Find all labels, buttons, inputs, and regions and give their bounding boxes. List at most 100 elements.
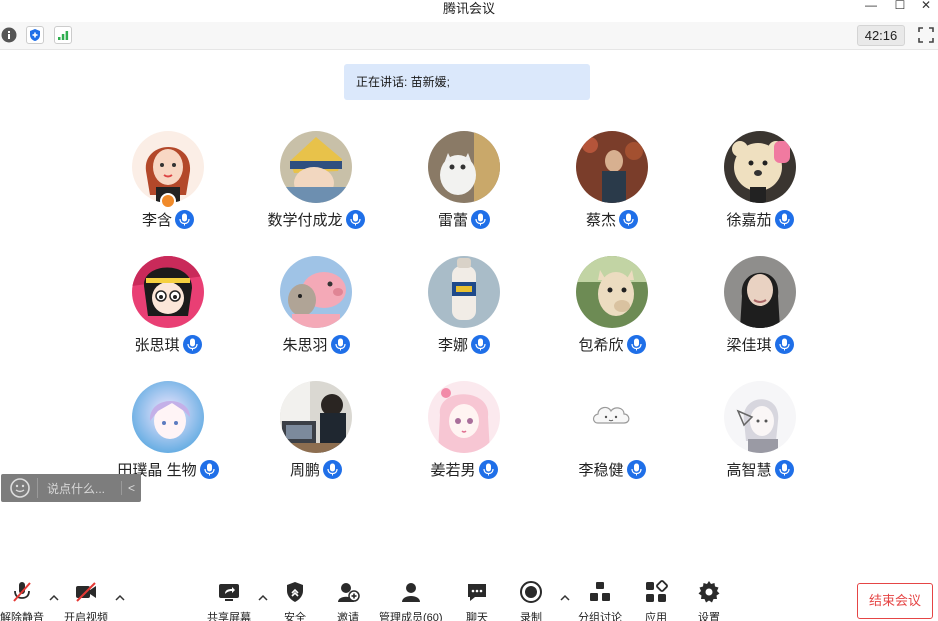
avatar (576, 381, 648, 453)
chevron-up-icon[interactable] (257, 592, 269, 604)
divider (37, 478, 38, 498)
mic-icon (182, 335, 202, 354)
mic-icon (323, 460, 342, 479)
unmute-label: 解除静音 (0, 612, 44, 621)
mic-icon (626, 335, 646, 354)
participant-tile[interactable]: 梁佳琪 (686, 256, 834, 366)
muted-mic-icon (13, 582, 31, 602)
participant-name: 周鹏 (289, 462, 320, 479)
participant-name: 李稳健 (578, 462, 624, 479)
participant-tile[interactable]: 李稳健 (538, 381, 686, 491)
record-icon (520, 581, 542, 603)
emoji-icon[interactable] (9, 477, 31, 499)
mic-icon (345, 210, 365, 229)
avatar (280, 381, 352, 453)
chat-placeholder[interactable]: 说点什么... (47, 480, 107, 497)
breakout-rooms-button[interactable]: 分组讨论 (578, 580, 622, 621)
end-meeting-button[interactable]: 结束会议 (857, 583, 933, 619)
chevron-left-icon[interactable]: < (121, 481, 135, 495)
settings-label: 设置 (698, 612, 720, 621)
participant-tile[interactable]: 数学付成龙 (242, 131, 390, 241)
chat-input-box[interactable]: 说点什么... < (1, 474, 141, 502)
mic-icon (199, 460, 219, 479)
avatar (724, 381, 796, 453)
avatar (280, 256, 352, 328)
participant-tile[interactable]: 雷蕾 (390, 131, 538, 241)
avatar (428, 131, 500, 203)
participant-name: 高智慧 (726, 462, 772, 479)
participant-name: 包希欣 (578, 337, 624, 354)
record-button[interactable]: 录制 (519, 580, 543, 621)
participant-name: 数学付成龙 (267, 212, 343, 229)
participant-tile[interactable]: 李娜 (390, 256, 538, 366)
info-icon[interactable] (0, 26, 18, 44)
avatar (132, 381, 204, 453)
participant-tile[interactable]: 徐嘉茄 (686, 131, 834, 241)
share-screen-label: 共享屏幕 (207, 612, 251, 621)
apps-button[interactable]: 应用 (644, 580, 668, 621)
participant-tile[interactable]: 蔡杰 (538, 131, 686, 241)
avatar (576, 256, 648, 328)
apps-icon (646, 580, 668, 602)
record-label: 录制 (520, 612, 542, 621)
host-badge-icon (160, 193, 176, 209)
avatar (724, 131, 796, 203)
chevron-up-icon[interactable] (559, 592, 571, 604)
participant-name: 张思琪 (134, 337, 180, 354)
chat-button[interactable]: 聊天 (465, 580, 489, 621)
close-icon[interactable]: ✕ (918, 0, 934, 12)
mic-icon (626, 460, 646, 479)
share-screen-button[interactable]: 共享屏幕 (207, 580, 251, 621)
participant-name: 朱思羽 (282, 337, 328, 354)
members-icon (401, 583, 420, 602)
chevron-up-icon[interactable] (114, 592, 126, 604)
avatar (428, 256, 500, 328)
share-screen-icon (219, 584, 239, 601)
participant-tile[interactable]: 包希欣 (538, 256, 686, 366)
mic-icon (471, 210, 490, 229)
apps-label: 应用 (645, 612, 667, 621)
mic-icon (175, 210, 194, 229)
unmute-button[interactable]: 解除静音 (0, 580, 44, 621)
settings-button[interactable]: 设置 (697, 580, 721, 621)
security-label: 安全 (284, 612, 306, 621)
minimize-icon[interactable]: — (863, 0, 879, 12)
participant-name: 徐嘉茄 (726, 212, 772, 229)
avatar (132, 256, 204, 328)
participant-name: 姜若男 (430, 462, 476, 479)
invite-button[interactable]: 邀请 (336, 580, 360, 621)
meeting-info-bar: 42:16 (0, 22, 938, 50)
chat-label: 聊天 (466, 612, 488, 621)
mic-icon (774, 335, 794, 354)
gear-icon (698, 581, 720, 603)
meeting-timer: 42:16 (857, 25, 905, 46)
invite-label: 邀请 (337, 612, 359, 621)
participant-name: 蔡杰 (585, 212, 616, 229)
signal-icon[interactable] (54, 26, 72, 44)
breakout-rooms-label: 分组讨论 (578, 612, 622, 621)
title-bar: 腾讯会议 — ☐ ✕ (0, 0, 938, 16)
add-user-icon (338, 583, 360, 602)
video-off-icon (76, 582, 96, 602)
start-video-button[interactable]: 开启视频 (64, 580, 108, 621)
participant-tile[interactable]: 朱思羽 (242, 256, 390, 366)
maximize-icon[interactable]: ☐ (892, 0, 908, 12)
participant-name: 李娜 (437, 337, 468, 354)
security-button[interactable]: 安全 (283, 580, 307, 621)
shield-icon[interactable] (26, 26, 44, 44)
avatar (428, 381, 500, 453)
fullscreen-icon[interactable] (917, 26, 935, 44)
participant-tile[interactable]: 周鹏 (242, 381, 390, 491)
mic-icon (774, 460, 794, 479)
participant-tile[interactable]: 姜若男 (390, 381, 538, 491)
participant-tile[interactable]: 张思琪 (94, 256, 242, 366)
chevron-up-icon[interactable] (48, 592, 60, 604)
manage-members-button[interactable]: 管理成员(60) (379, 580, 443, 621)
avatar (576, 131, 648, 203)
active-speaker-banner: 正在讲话: 苗新媛; (344, 64, 590, 100)
manage-members-label: 管理成员(60) (379, 612, 443, 621)
participant-tile[interactable]: 高智慧 (686, 381, 834, 491)
breakout-icon (590, 582, 610, 601)
participant-tile[interactable]: 李含 (94, 131, 242, 241)
shield-icon (287, 582, 303, 602)
